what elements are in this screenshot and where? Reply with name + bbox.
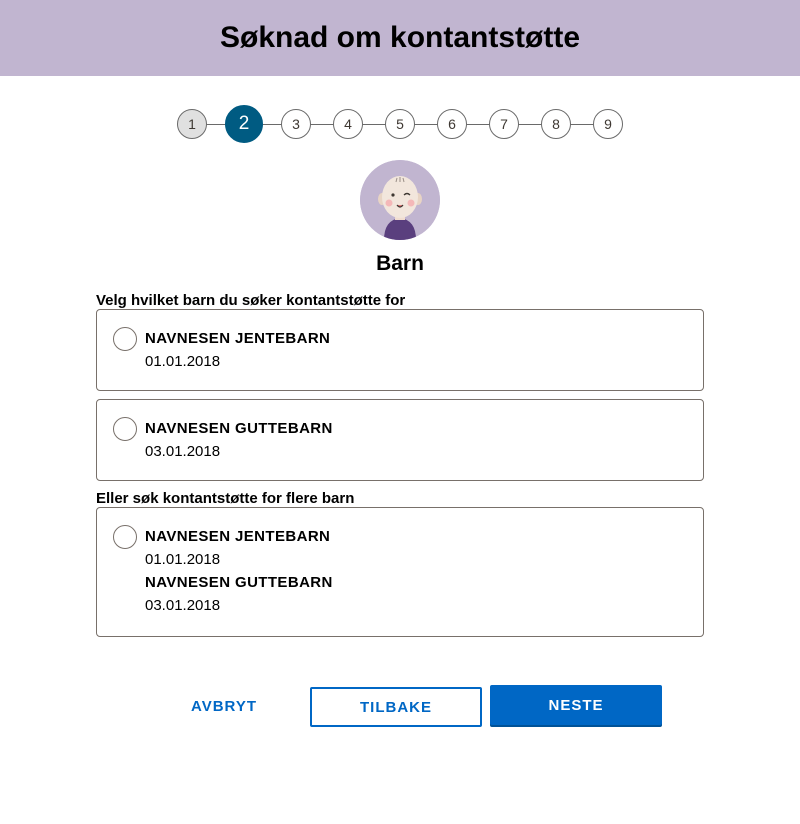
navigation-buttons: AVBRYT TILBAKE NESTE — [0, 685, 800, 727]
step-1[interactable]: 1 — [177, 109, 207, 139]
baby-avatar-icon — [360, 160, 440, 240]
step-7: 7 — [489, 109, 519, 139]
child-option-jentebarn[interactable]: NAVNESEN JENTEBARN 01.01.2018 — [96, 309, 704, 391]
step-2: 2 — [225, 105, 263, 143]
child-name: NAVNESEN GUTTEBARN — [145, 574, 333, 591]
multiple-children-label: Eller søk kontantstøtte for flere barn — [96, 490, 355, 507]
child-birthdate: 01.01.2018 — [145, 353, 221, 370]
child-birthdate: 01.01.2018 — [145, 551, 221, 568]
child-birthdate: 03.01.2018 — [145, 443, 221, 460]
child-name: NAVNESEN GUTTEBARN — [145, 420, 333, 437]
single-child-label: Velg hvilket barn du søker kontantstøtte… — [96, 292, 406, 309]
step-8: 8 — [541, 109, 571, 139]
radio-button[interactable] — [113, 327, 137, 351]
step-9: 9 — [593, 109, 623, 139]
next-button[interactable]: NESTE — [490, 685, 662, 725]
radio-button[interactable] — [113, 525, 137, 549]
child-name: NAVNESEN JENTEBARN — [145, 330, 331, 347]
child-option-multiple[interactable]: NAVNESEN JENTEBARN 01.01.2018 NAVNESEN G… — [96, 507, 704, 637]
child-birthdate: 03.01.2018 — [145, 597, 221, 614]
step-4: 4 — [333, 109, 363, 139]
step-6: 6 — [437, 109, 467, 139]
section-title: Barn — [376, 252, 424, 275]
child-selection: Velg hvilket barn du søker kontantstøtte… — [96, 292, 704, 637]
child-option-guttebarn[interactable]: NAVNESEN GUTTEBARN 03.01.2018 — [96, 399, 704, 481]
step-indicator: 1 2 3 4 5 6 7 8 9 — [0, 105, 800, 143]
child-name: NAVNESEN JENTEBARN — [145, 528, 331, 545]
step-5: 5 — [385, 109, 415, 139]
page-title: Søknad om kontantstøtte — [219, 21, 580, 54]
page-header: Søknad om kontantstøtte — [0, 0, 800, 76]
back-button[interactable]: TILBAKE — [310, 687, 482, 727]
cancel-button[interactable]: AVBRYT — [138, 686, 310, 726]
step-3: 3 — [281, 109, 311, 139]
radio-button[interactable] — [113, 417, 137, 441]
